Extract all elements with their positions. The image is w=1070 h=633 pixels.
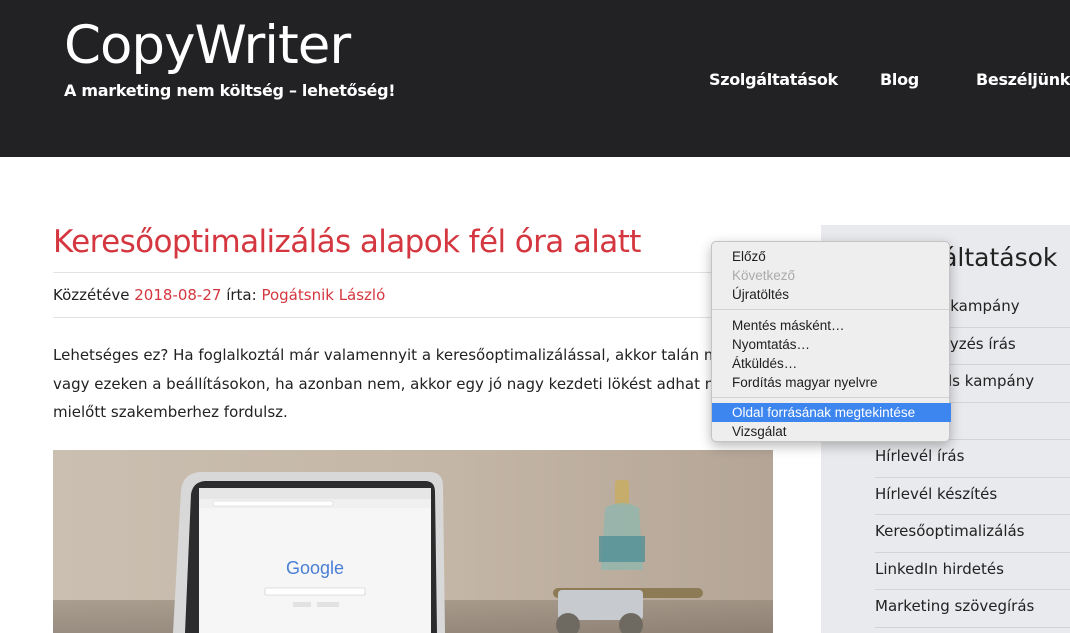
nav-link-services[interactable]: Szolgáltatások bbox=[709, 70, 838, 89]
meta-divider bbox=[53, 317, 773, 318]
context-menu: Előző Következő Újratöltés Mentés máskén… bbox=[711, 241, 951, 442]
hero-image: Google bbox=[53, 450, 773, 633]
post-intro: Lehetséges ez? Ha foglalkoztál már valam… bbox=[53, 341, 813, 427]
author-label: írta: bbox=[226, 286, 257, 304]
post-title: Keresőoptimalizálás alapok fél óra alatt bbox=[53, 224, 641, 260]
site-tagline: A marketing nem költség – lehetőség! bbox=[64, 81, 396, 100]
site-logo[interactable]: CopyWriter bbox=[64, 14, 351, 78]
menu-item-print[interactable]: Nyomtatás… bbox=[712, 335, 951, 354]
nav-link-blog[interactable]: Blog bbox=[880, 70, 919, 89]
menu-item-save-as[interactable]: Mentés másként… bbox=[712, 316, 951, 335]
menu-item-back[interactable]: Előző bbox=[712, 247, 951, 266]
intro-line: mielőtt szakemberhez fordulsz. bbox=[53, 403, 288, 421]
menu-item-cast[interactable]: Átküldés… bbox=[712, 354, 951, 373]
sidebar-item[interactable]: LinkedIn hirdetés bbox=[875, 553, 1070, 590]
intro-line: Lehetséges ez? Ha foglalkoztál már valam… bbox=[53, 346, 734, 364]
post-meta: Közzétéve 2018-08-27 írta: Pogátsnik Lás… bbox=[53, 286, 385, 304]
sidebar-item[interactable]: Hírlevél készítés bbox=[875, 478, 1070, 515]
laptop-photo: Google bbox=[53, 450, 773, 633]
intro-line: vagy ezeken a beállításokon, ha azonban … bbox=[53, 374, 729, 393]
menu-separator bbox=[712, 397, 949, 398]
menu-item-translate[interactable]: Fordítás magyar nyelvre bbox=[712, 373, 951, 392]
post-author-link[interactable]: Pogátsnik László bbox=[261, 286, 385, 304]
title-divider bbox=[53, 272, 773, 273]
menu-item-inspect[interactable]: Vizsgálat bbox=[712, 422, 951, 441]
sidebar-item[interactable]: Marketing szövegírás bbox=[875, 590, 1070, 628]
menu-item-view-source[interactable]: Oldal forrásának megtekintése bbox=[712, 403, 951, 422]
post-date-link[interactable]: 2018-08-27 bbox=[134, 286, 221, 304]
menu-item-forward: Következő bbox=[732, 268, 796, 283]
sidebar-item[interactable]: Keresőoptimalizálás bbox=[875, 515, 1070, 553]
published-label: Közzétéve bbox=[53, 286, 130, 304]
sidebar-item[interactable]: Hírlevél írás bbox=[875, 440, 1070, 478]
site-header: CopyWriter A marketing nem költség – leh… bbox=[0, 0, 1070, 157]
menu-item-reload[interactable]: Újratöltés bbox=[712, 285, 951, 304]
nav-link-contact[interactable]: Beszéljünk! bbox=[976, 70, 1070, 89]
menu-separator bbox=[712, 309, 949, 310]
google-logo: Google bbox=[286, 558, 344, 578]
